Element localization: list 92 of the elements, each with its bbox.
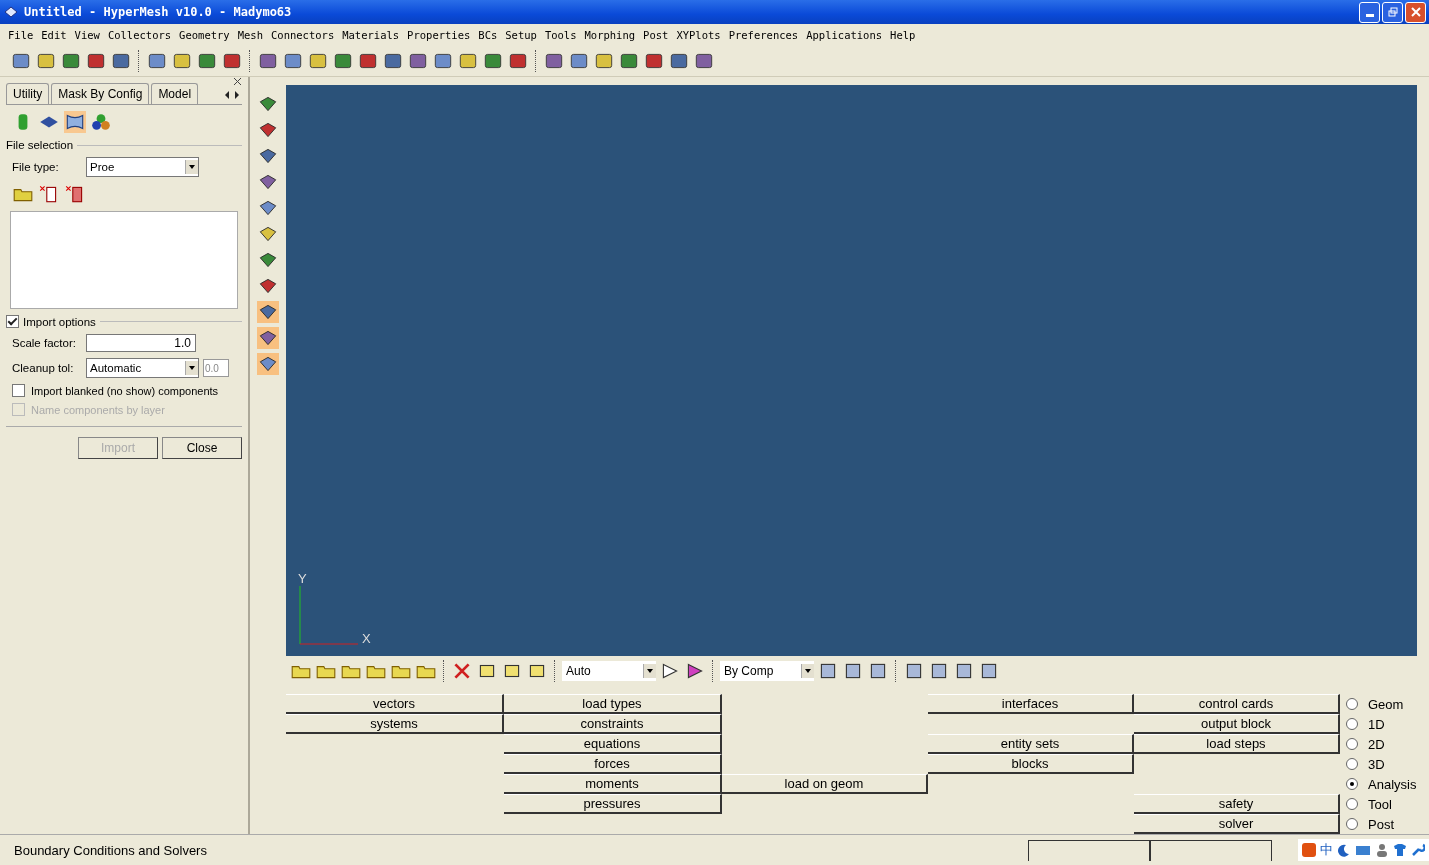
menu-button[interactable]: load on geom <box>722 774 928 794</box>
checkbox-label: Name components by layer <box>31 403 165 416</box>
shirt-icon[interactable] <box>1393 843 1407 857</box>
radio-button[interactable] <box>1346 798 1358 810</box>
axis-label: Y <box>298 571 308 587</box>
panel-tab[interactable]: Utility <box>6 83 50 104</box>
menu-button[interactable]: interfaces <box>928 694 1134 714</box>
radio-button[interactable] <box>1346 698 1358 710</box>
menu-item[interactable]: Morphing <box>580 29 640 41</box>
axis-label: X <box>362 631 371 647</box>
menu-item[interactable]: Applications <box>802 29 887 41</box>
menu-item[interactable]: Post <box>639 29 673 41</box>
menu-button[interactable]: safety <box>1134 794 1340 814</box>
menu-item[interactable]: Collectors <box>103 29 176 41</box>
radio-label: 3D <box>1368 756 1385 772</box>
caret-icon <box>643 664 656 678</box>
color-by-dropdown[interactable]: By Comp <box>720 661 814 681</box>
radio-label: Analysis <box>1368 776 1417 792</box>
moon-icon[interactable] <box>1337 843 1351 857</box>
field-label: File type: <box>12 161 60 173</box>
section-title: Import options <box>23 315 96 328</box>
menu-button[interactable]: pressures <box>504 794 722 814</box>
menu-button[interactable]: load steps <box>1134 734 1340 754</box>
menu-button[interactable]: forces <box>504 754 722 774</box>
menu-item[interactable]: Properties <box>403 29 475 41</box>
menu-button[interactable]: output block <box>1134 714 1340 734</box>
menu-item[interactable]: Connectors <box>267 29 339 41</box>
field-label: Cleanup tol: <box>12 362 75 374</box>
menu-item[interactable]: XYPlots <box>672 29 725 41</box>
section-title: File selection <box>6 139 74 151</box>
wrench-icon[interactable] <box>1411 843 1425 857</box>
menu-item[interactable]: Help <box>886 29 920 41</box>
menu-button[interactable]: equations <box>504 734 722 754</box>
menu-item[interactable]: File <box>4 29 38 41</box>
minimize-icon <box>1365 13 1374 17</box>
radio-button[interactable] <box>1346 738 1358 750</box>
menu-item[interactable]: Preferences <box>724 29 803 41</box>
keyboard-icon[interactable] <box>1355 843 1371 857</box>
close-icon <box>1410 7 1421 17</box>
ime-mode[interactable]: 中 <box>1320 841 1333 859</box>
caret-icon <box>801 664 814 678</box>
radio-label: 1D <box>1368 716 1385 732</box>
spheres-icon[interactable] <box>90 111 112 133</box>
caret-icon <box>185 160 198 174</box>
close-button[interactable] <box>1405 1 1426 23</box>
panel-tab[interactable]: Mask By Config <box>51 83 150 104</box>
scale-factor-field[interactable]: 1.0 <box>86 334 196 352</box>
menu-button[interactable]: moments <box>504 774 722 794</box>
restore-icon <box>1387 7 1398 17</box>
tolerance-field[interactable]: 0.0 <box>203 359 229 377</box>
radio-label: Post <box>1368 816 1394 832</box>
field-label: Scale factor: <box>12 337 77 349</box>
radio-label: Geom <box>1368 696 1404 712</box>
menu-button[interactable]: control cards <box>1134 694 1340 714</box>
axis-triad-icon <box>298 586 358 647</box>
mode-dropdown[interactable]: Auto <box>562 661 656 681</box>
graphics-viewport[interactable]: Y X <box>286 85 1417 657</box>
menu-button[interactable]: systems <box>286 714 504 734</box>
menu-item[interactable]: Mesh <box>233 29 267 41</box>
menu-button[interactable]: vectors <box>286 694 504 714</box>
menu-item[interactable]: BCs <box>474 29 502 41</box>
checkbox[interactable] <box>12 384 25 397</box>
radio-button[interactable] <box>1346 778 1358 790</box>
radio-label: Tool <box>1368 796 1392 812</box>
panel-button[interactable]: Close <box>162 437 242 459</box>
menu-item[interactable]: Edit <box>37 29 71 41</box>
cleanup-dropdown[interactable]: Automatic <box>86 358 199 378</box>
menu-button[interactable]: load types <box>504 694 722 714</box>
close-icon[interactable] <box>233 77 242 86</box>
menu-item[interactable]: Materials <box>338 29 404 41</box>
radio-button[interactable] <box>1346 718 1358 730</box>
checkbox-label: Import blanked (no show) components <box>31 384 219 397</box>
panel-tab[interactable]: Model <box>151 83 199 104</box>
radio-label: 2D <box>1368 736 1385 752</box>
menu-button[interactable]: constraints <box>504 714 722 734</box>
status-text: Boundary Conditions and Solvers <box>14 842 208 858</box>
file-type-dropdown[interactable]: Proe <box>86 157 199 177</box>
menu-item[interactable]: Setup <box>501 29 541 41</box>
app-icon <box>3 4 19 20</box>
radio-button[interactable] <box>1346 758 1358 770</box>
menu-item[interactable]: Tools <box>540 29 581 41</box>
expand-checkbox[interactable] <box>6 315 19 328</box>
menu-item[interactable]: View <box>70 29 104 41</box>
window-title: Untitled - HyperMesh v10.0 - Madymo63 <box>24 5 293 19</box>
radio-button[interactable] <box>1346 818 1358 830</box>
restore-button[interactable] <box>1382 1 1403 23</box>
menu-button[interactable]: solver <box>1134 814 1340 834</box>
menu-button[interactable]: blocks <box>928 754 1134 774</box>
menu-item[interactable]: Geometry <box>175 29 234 41</box>
menu-button[interactable]: entity sets <box>928 734 1134 754</box>
caret-icon <box>185 361 198 375</box>
minimize-button[interactable] <box>1359 1 1380 23</box>
